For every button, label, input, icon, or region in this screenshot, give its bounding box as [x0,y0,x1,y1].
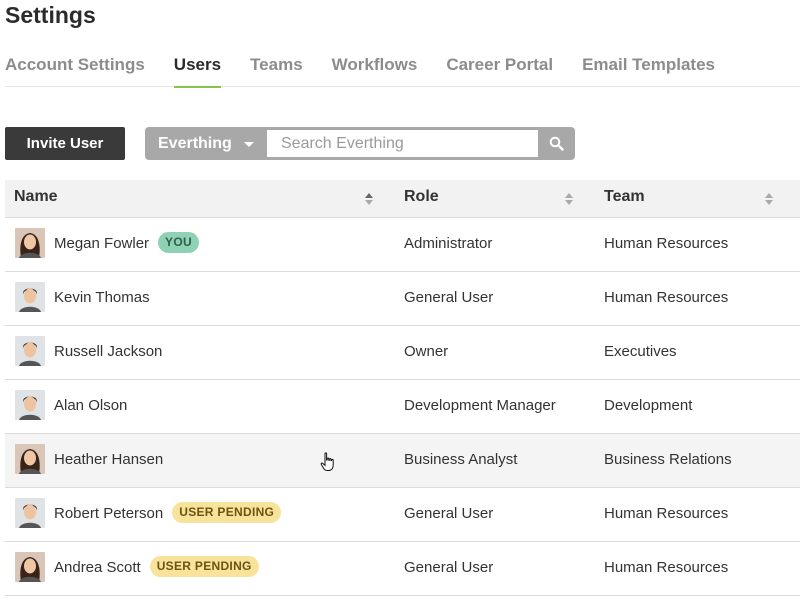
tab-account-settings[interactable]: Account Settings [5,54,145,87]
search-button[interactable] [538,127,575,160]
table-row[interactable]: Kevin Thomas General User Human Resources [5,272,800,326]
table-row[interactable]: Robert Peterson USER PENDING General User H… [5,488,800,542]
sort-icon[interactable] [564,191,574,207]
user-name[interactable]: Andrea Scott [54,559,141,576]
woman-avatar-icon [15,444,45,474]
user-name[interactable]: Heather Hansen [54,451,163,468]
sort-icon[interactable] [764,191,774,207]
user-name[interactable]: Alan Olson [54,397,127,414]
table-body: Megan Fowler YOU Administrator Human Resour… [5,218,800,596]
role-cell: Development Manager [404,397,556,414]
user-name[interactable]: Kevin Thomas [54,289,150,306]
man-avatar-icon [15,390,45,420]
tab-teams[interactable]: Teams [250,54,303,87]
woman-avatar-icon [15,228,45,258]
table-row[interactable]: Alan Olson Development Manager Development [5,380,800,434]
team-cell: Human Resources [604,235,729,252]
settings-tabs: Account Settings Users Teams Workflows C… [5,54,800,88]
team-cell: Development [604,397,693,414]
user-name-cell: Robert Peterson USER PENDING [54,488,282,539]
tab-career-portal[interactable]: Career Portal [446,54,553,87]
user-name-cell: Andrea Scott USER PENDING [54,542,259,593]
table-row[interactable]: Megan Fowler YOU Administrator Human Resour… [5,218,800,272]
search-filter-dropdown[interactable]: Everthing [145,127,267,160]
table-row[interactable]: Andrea Scott USER PENDING General User Huma… [5,542,800,596]
invite-user-button[interactable]: Invite User [5,127,125,160]
search-input[interactable] [267,130,538,157]
user-name-cell: Alan Olson [54,380,127,431]
user-name-cell: Kevin Thomas [54,272,150,323]
search-filter-label: Everthing [158,135,232,152]
hand-cursor-icon [320,452,334,471]
status-badge: USER PENDING [172,502,282,524]
table-header: Name Role Team [5,180,800,218]
table-row[interactable]: Heather Hansen Business Analyst Business R… [5,434,800,488]
user-name[interactable]: Robert Peterson [54,505,163,522]
search-bar: Everthing [145,127,575,160]
status-badge: YOU [158,232,199,254]
user-name-cell: Russell Jackson [54,326,162,377]
woman-avatar-icon [15,552,45,582]
column-header-name[interactable]: Name [14,180,58,218]
tab-workflows[interactable]: Workflows [332,54,418,87]
search-icon [549,136,564,151]
user-name[interactable]: Russell Jackson [54,343,162,360]
tab-users[interactable]: Users [173,54,222,88]
role-cell: Owner [404,343,449,360]
caret-down-icon [244,142,254,147]
page-title: Settings [5,2,96,28]
role-cell: Administrator [404,235,493,252]
man-avatar-icon [15,282,45,312]
role-cell: Business Analyst [404,451,518,468]
table-row[interactable]: Russell Jackson Owner Executives [5,326,800,380]
column-header-role[interactable]: Role [404,180,439,218]
role-cell: General User [404,289,494,306]
status-badge: USER PENDING [149,556,259,578]
team-cell: Business Relations [604,451,732,468]
man-avatar-icon [15,336,45,366]
team-cell: Executives [604,343,677,360]
user-name[interactable]: Megan Fowler [54,235,149,252]
role-cell: General User [404,505,494,522]
users-table: Name Role Team Megan Fowler YOU Administra… [5,180,800,596]
user-name-cell: Megan Fowler YOU [54,218,199,269]
team-cell: Human Resources [604,505,729,522]
tab-email-templates[interactable]: Email Templates [582,54,715,87]
sort-icon[interactable] [364,191,374,207]
column-header-team[interactable]: Team [604,180,645,218]
man-avatar-icon [15,498,45,528]
user-name-cell: Heather Hansen [54,434,163,485]
role-cell: General User [404,559,494,576]
team-cell: Human Resources [604,559,729,576]
team-cell: Human Resources [604,289,729,306]
